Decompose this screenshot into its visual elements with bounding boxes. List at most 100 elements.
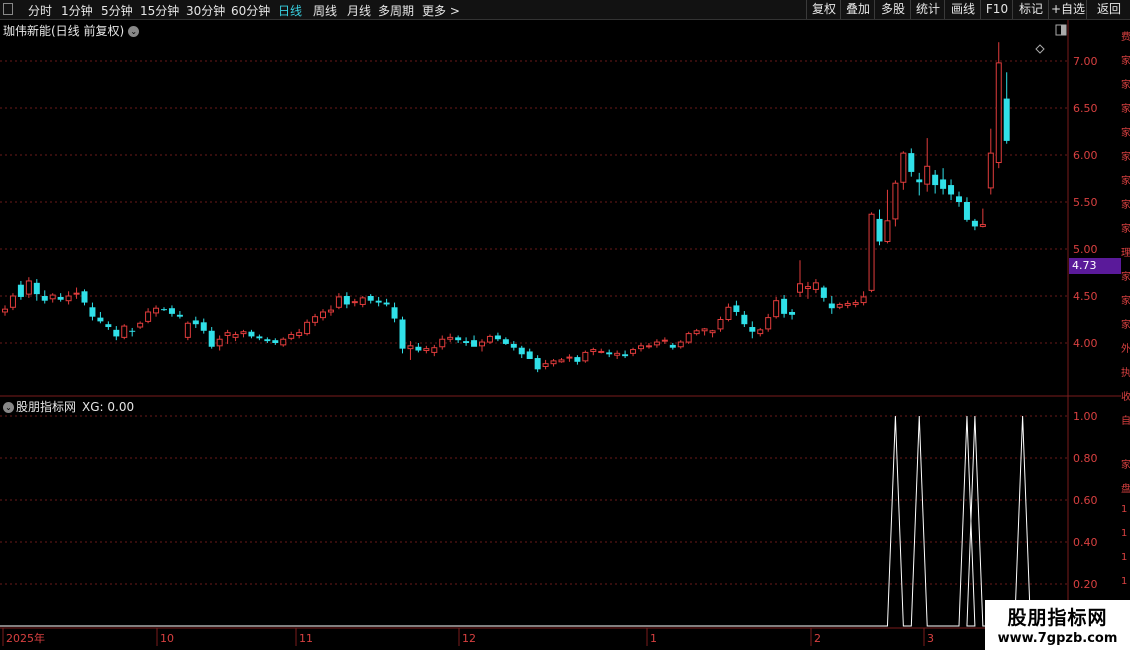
- date-label: 3: [927, 632, 934, 645]
- strip-char: 家: [1121, 104, 1130, 115]
- candle-body: [995, 62, 1002, 164]
- candle-body: [240, 331, 247, 335]
- candle-body: [367, 296, 374, 301]
- candle-body: [876, 218, 883, 242]
- tab-period-9[interactable]: 多周期: [378, 2, 414, 19]
- tab-period-3[interactable]: 15分钟: [140, 2, 179, 19]
- candle-body: [510, 343, 517, 348]
- candle-body: [630, 349, 637, 354]
- candle-body: [638, 345, 644, 350]
- candle-body: [264, 339, 271, 342]
- candle-body: [852, 302, 859, 305]
- candle-body: [741, 314, 748, 325]
- toolbar-button-4[interactable]: 画线: [944, 0, 981, 19]
- toolbar-button-8[interactable]: 返回: [1086, 0, 1130, 19]
- candle-body: [248, 331, 255, 337]
- price-tick-label: 4.00: [1073, 337, 1098, 350]
- chart-canvas[interactable]: 7.00 6.50 6.00 5.50 5.00 4.50 4.00 1.00 0.80 0.60…: [0, 20, 1130, 650]
- candle-body: [2, 308, 8, 313]
- candle-body: [717, 319, 724, 330]
- toolbar-button-3[interactable]: 统计: [910, 0, 945, 19]
- indicator-tick-label: 0.60: [1073, 494, 1098, 507]
- tab-period-2[interactable]: 5分钟: [101, 2, 133, 19]
- candle-body: [606, 352, 613, 355]
- toolbar-button-1[interactable]: 叠加: [840, 0, 875, 19]
- candle-body: [57, 296, 64, 300]
- strip-char: 家: [1121, 460, 1130, 471]
- tab-period-8[interactable]: 月线: [347, 2, 371, 19]
- candle-body: [168, 308, 175, 314]
- candle-body: [614, 352, 621, 356]
- candle-body: [685, 333, 692, 343]
- candle-body: [956, 196, 962, 202]
- tab-period-1[interactable]: 1分钟: [61, 2, 93, 19]
- watermark: 股朋指标网 www.7gpzb.com: [985, 600, 1130, 650]
- candle-body: [979, 224, 986, 227]
- candle-body: [892, 182, 899, 220]
- tab-period-10[interactable]: 更多 >: [422, 2, 460, 19]
- candle-body: [200, 322, 207, 331]
- candle-body: [836, 303, 843, 308]
- indicator-name: 股朋指标网: [16, 400, 77, 414]
- toolbar-button-2[interactable]: 多股: [874, 0, 911, 19]
- candle-body: [439, 338, 446, 348]
- strip-char: 理: [1121, 248, 1130, 259]
- price-tick-label: 5.00: [1073, 243, 1098, 256]
- candle-body: [486, 335, 493, 343]
- date-label: 10: [160, 632, 174, 645]
- candle-body: [113, 329, 120, 337]
- date-label: 2025年: [6, 631, 45, 645]
- candle-body: [963, 202, 970, 220]
- candle-body: [216, 338, 223, 347]
- window-toggle-icon-fill: [1061, 25, 1066, 35]
- candle-body: [272, 340, 279, 343]
- candle-body: [184, 322, 191, 338]
- candle-body: [137, 322, 144, 328]
- candle-body: [304, 321, 311, 335]
- candle-body: [940, 179, 947, 189]
- candle-body: [725, 306, 732, 320]
- toolbar-button-0[interactable]: 复权: [806, 0, 841, 19]
- candle-body: [908, 153, 915, 172]
- candle-body: [391, 307, 398, 319]
- strip-char: 家: [1121, 272, 1130, 283]
- candle-body: [916, 179, 923, 183]
- right-info-strip: 费家家家家家家家家理家家家外执收自家盘1111: [1121, 20, 1130, 630]
- candle-body: [41, 296, 48, 301]
- strip-char: 自: [1121, 416, 1130, 427]
- candle-body: [224, 332, 231, 336]
- candle-body: [645, 345, 652, 348]
- candle-body: [733, 305, 740, 312]
- candle-body: [948, 185, 955, 195]
- candle-body: [622, 354, 629, 357]
- candle-body: [804, 286, 811, 289]
- candle-body: [9, 295, 16, 308]
- price-tick-label: 6.00: [1073, 149, 1098, 162]
- tab-period-6[interactable]: 日线: [278, 2, 302, 19]
- candle-body: [542, 363, 549, 367]
- candle-body: [797, 283, 803, 293]
- candle-body: [868, 213, 875, 291]
- candle-body: [526, 351, 533, 359]
- toolbar-button-5[interactable]: F10: [980, 0, 1013, 19]
- indicator-tick-label: 0.80: [1073, 452, 1098, 465]
- candle-body: [288, 334, 295, 339]
- tab-period-4[interactable]: 30分钟: [186, 2, 225, 19]
- panel-toggle-icon[interactable]: [3, 3, 13, 15]
- candle-body: [463, 341, 470, 343]
- toolbar-button-6[interactable]: 标记: [1012, 0, 1049, 19]
- candle-body: [399, 319, 406, 349]
- candle-body: [789, 311, 796, 315]
- candle-body: [296, 332, 303, 336]
- candle-body: [820, 287, 827, 298]
- strip-char: 家: [1121, 320, 1130, 331]
- tab-period-7[interactable]: 周线: [313, 2, 337, 19]
- candle-body: [781, 298, 788, 314]
- toolbar-button-7[interactable]: +自选: [1048, 0, 1087, 19]
- candle-body: [81, 291, 88, 303]
- tab-period-5[interactable]: 60分钟: [231, 2, 270, 19]
- candle-body: [33, 282, 40, 295]
- tab-period-0[interactable]: 分时: [28, 2, 52, 19]
- candle-body: [447, 336, 454, 340]
- chevron-down-icon[interactable]: ⌄: [3, 402, 14, 413]
